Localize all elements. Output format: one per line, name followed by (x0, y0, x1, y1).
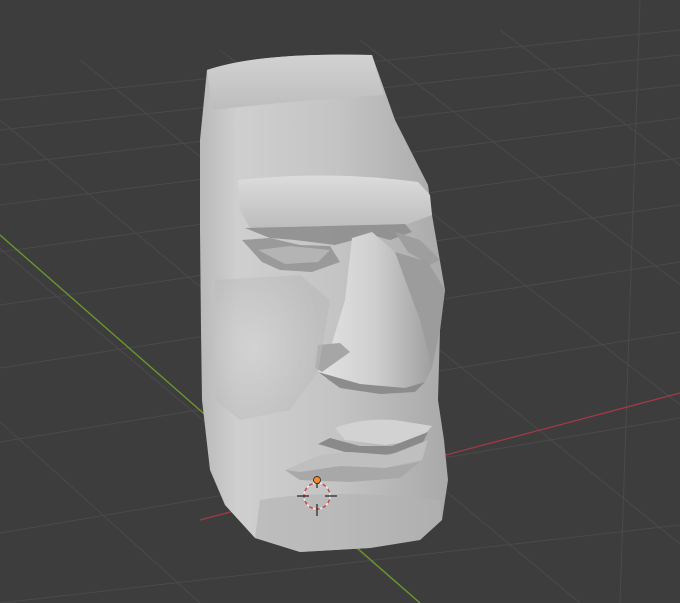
viewport-canvas[interactable] (0, 0, 680, 603)
brow-ridge (238, 175, 432, 228)
object-origin-icon[interactable] (313, 476, 321, 484)
3d-viewport[interactable] (0, 0, 680, 603)
chin (255, 494, 442, 552)
moai-head-mesh[interactable] (200, 54, 448, 553)
